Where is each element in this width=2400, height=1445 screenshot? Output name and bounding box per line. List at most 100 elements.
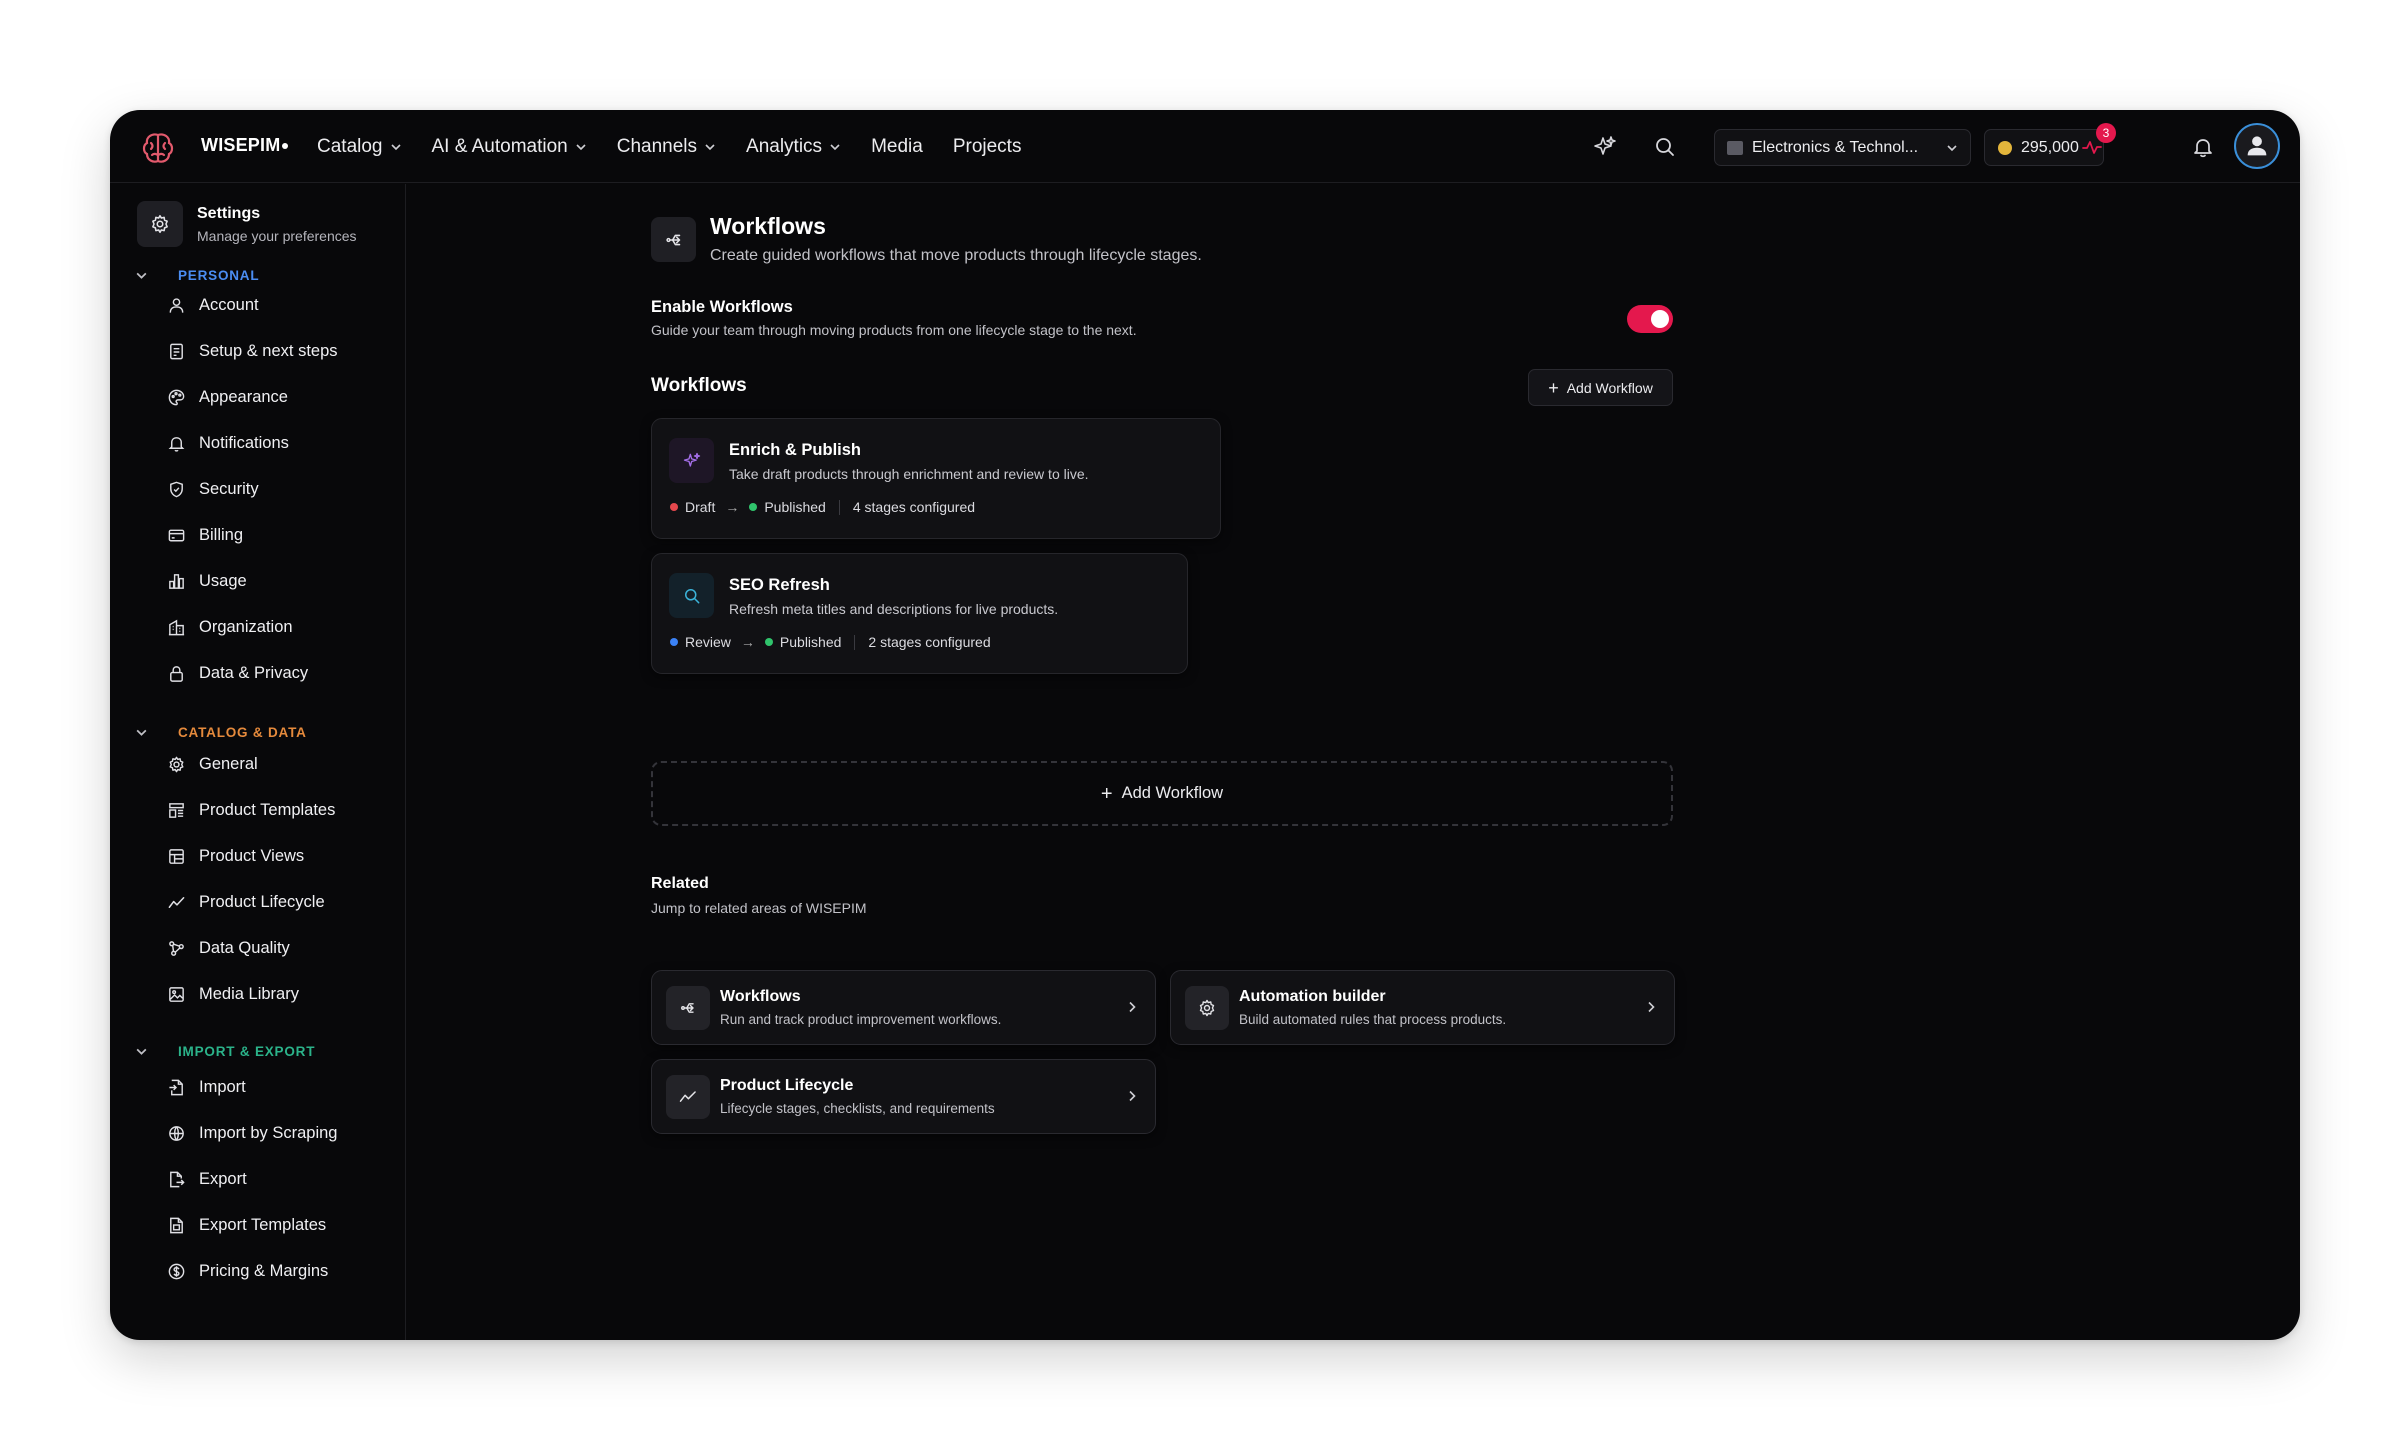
sidebar-item-export[interactable]: Export — [167, 1164, 247, 1194]
nav-media[interactable]: Media — [871, 127, 923, 167]
sidebar-item-usage[interactable]: Usage — [167, 566, 247, 596]
brand-name[interactable]: WISEPIM — [201, 135, 289, 156]
stage-from: Draft — [685, 499, 716, 515]
nav-catalog[interactable]: Catalog — [317, 127, 402, 167]
sidebar-item-pricing-margins[interactable]: Pricing & Margins — [167, 1256, 328, 1286]
brain-logo-icon[interactable] — [138, 128, 178, 168]
dollar-icon — [168, 1263, 185, 1279]
sidebar-item-label: Product Lifecycle — [199, 892, 325, 911]
section-personal-toggle[interactable]: PERSONAL — [135, 268, 259, 283]
stage-from: Review — [685, 634, 731, 650]
brand-dot — [282, 143, 289, 150]
chevron-down-icon — [390, 143, 401, 150]
stages-count: 4 stages configured — [852, 499, 976, 515]
workflow-card-seo-refresh[interactable]: SEO Refresh Refresh meta titles and desc… — [651, 553, 1188, 674]
file-export-icon — [170, 1171, 185, 1187]
bell-icon[interactable] — [2188, 132, 2218, 162]
palette-icon — [168, 389, 185, 405]
search-icon — [669, 573, 714, 618]
sidebar-item-billing[interactable]: Billing — [167, 520, 243, 550]
sidebar-item-label: Notifications — [199, 433, 289, 452]
sidebar-item-label: Security — [199, 479, 259, 498]
user-icon — [2247, 136, 2267, 156]
section-catalog-toggle[interactable]: CATALOG & DATA — [135, 725, 307, 740]
divider — [854, 634, 856, 650]
file-import-icon — [169, 1079, 183, 1095]
related-subtitle: Jump to related areas of WISEPIM — [651, 900, 867, 916]
sidebar-item-product-views[interactable]: Product Views — [167, 841, 304, 871]
related-description: Run and track product improvement workfl… — [720, 1012, 1002, 1027]
add-workflow-dashed-label: Add Workflow — [1121, 784, 1224, 802]
workflow-description: Refresh meta titles and descriptions for… — [729, 601, 1059, 617]
sidebar-item-general[interactable]: General — [167, 749, 258, 779]
sidebar-item-label: Product Views — [199, 846, 305, 865]
sidebar-item-label: Data & Privacy — [199, 663, 309, 682]
sidebar-item-notifications[interactable]: Notifications — [167, 428, 289, 458]
workflow-icon — [666, 986, 710, 1030]
page-title: Workflows — [710, 213, 826, 239]
related-card-workflows[interactable]: Workflows Run and track product improvem… — [651, 970, 1156, 1045]
related-card-product-lifecycle[interactable]: Product Lifecycle Lifecycle stages, chec… — [651, 1059, 1156, 1134]
sidebar-item-data-privacy[interactable]: Data & Privacy — [167, 658, 308, 688]
sidebar-item-label: Usage — [199, 571, 247, 590]
sidebar-item-media-library[interactable]: Media Library — [167, 979, 299, 1009]
main-content: Workflows Create guided workflows that m… — [406, 184, 2300, 1340]
sidebar-item-product-templates[interactable]: Product Templates — [167, 795, 335, 825]
checklist-icon — [170, 343, 183, 359]
avatar[interactable] — [2234, 123, 2280, 169]
top-nav: WISEPIM Catalog AI & Automation Channels… — [110, 110, 2300, 183]
trend-icon — [168, 896, 185, 908]
sidebar-item-label: Data Quality — [199, 938, 290, 957]
building-icon — [168, 619, 185, 635]
chevron-down-icon — [1947, 144, 1957, 151]
nav-catalog-label: Catalog — [317, 135, 383, 157]
chevron-right-icon — [1129, 1001, 1136, 1013]
sidebar-item-product-lifecycle[interactable]: Product Lifecycle — [167, 887, 325, 917]
add-workflow-label: Add Workflow — [1566, 379, 1653, 396]
enable-workflows-description: Guide your team through moving products … — [651, 322, 1137, 338]
section-import-export-label: IMPORT & EXPORT — [178, 1044, 316, 1059]
add-workflow-dashed-button[interactable]: + Add Workflow — [651, 761, 1673, 826]
sidebar-item-label: Pricing & Margins — [199, 1261, 329, 1280]
related-card-automation-builder[interactable]: Automation builder Build automated rules… — [1170, 970, 1675, 1045]
gear-icon — [1185, 986, 1229, 1030]
sidebar-item-appearance[interactable]: Appearance — [167, 382, 288, 412]
section-import-export-toggle[interactable]: IMPORT & EXPORT — [135, 1044, 315, 1059]
sidebar-item-export-templates[interactable]: Export Templates — [167, 1210, 326, 1240]
chevron-down-icon — [830, 143, 840, 150]
sidebar-item-security[interactable]: Security — [167, 474, 259, 504]
search-icon[interactable] — [1650, 132, 1680, 162]
sidebar-item-organization[interactable]: Organization — [167, 612, 293, 642]
chevron-down-icon — [136, 1048, 147, 1055]
section-personal-label: PERSONAL — [178, 268, 260, 283]
section-catalog-label: CATALOG & DATA — [178, 725, 307, 740]
sidebar-item-data-quality[interactable]: Data Quality — [167, 933, 290, 963]
bar-chart-icon — [169, 573, 184, 589]
nav-channels[interactable]: Channels — [617, 127, 716, 167]
nav-analytics[interactable]: Analytics — [746, 127, 841, 167]
sidebar-item-account[interactable]: Account — [167, 290, 259, 320]
nav-projects[interactable]: Projects — [953, 127, 1022, 167]
add-workflow-button[interactable]: + Add Workflow — [1528, 369, 1673, 406]
workflow-card-enrich-publish[interactable]: Enrich & Publish Take draft products thr… — [651, 418, 1221, 539]
stage-to: Published — [779, 634, 842, 650]
sidebar-item-import-scraping[interactable]: Import by Scraping — [167, 1118, 337, 1148]
user-icon — [169, 297, 184, 313]
globe-icon — [169, 1125, 184, 1141]
sidebar-item-setup[interactable]: Setup & next steps — [167, 336, 338, 366]
enable-workflows-toggle[interactable] — [1627, 305, 1673, 333]
chevron-down-icon — [136, 272, 147, 279]
workflow-title: Enrich & Publish — [729, 441, 862, 459]
chevron-right-icon — [1129, 1090, 1136, 1102]
page-subtitle: Create guided workflows that move produc… — [710, 247, 1202, 264]
trend-icon — [666, 1075, 710, 1119]
workspace-selector[interactable]: Electronics & Technol... — [1714, 129, 1971, 166]
sparkles-icon[interactable] — [1590, 132, 1620, 162]
brand-text: WISEPIM — [201, 135, 281, 155]
stages-count: 2 stages configured — [868, 634, 991, 650]
nav-ai-automation[interactable]: AI & Automation — [432, 127, 587, 167]
sidebar-item-import[interactable]: Import — [167, 1072, 246, 1102]
image-icon — [169, 986, 184, 1002]
workflow-meta: Review → Published 2 stages configured — [670, 634, 991, 650]
sparkle-icon — [669, 438, 714, 483]
